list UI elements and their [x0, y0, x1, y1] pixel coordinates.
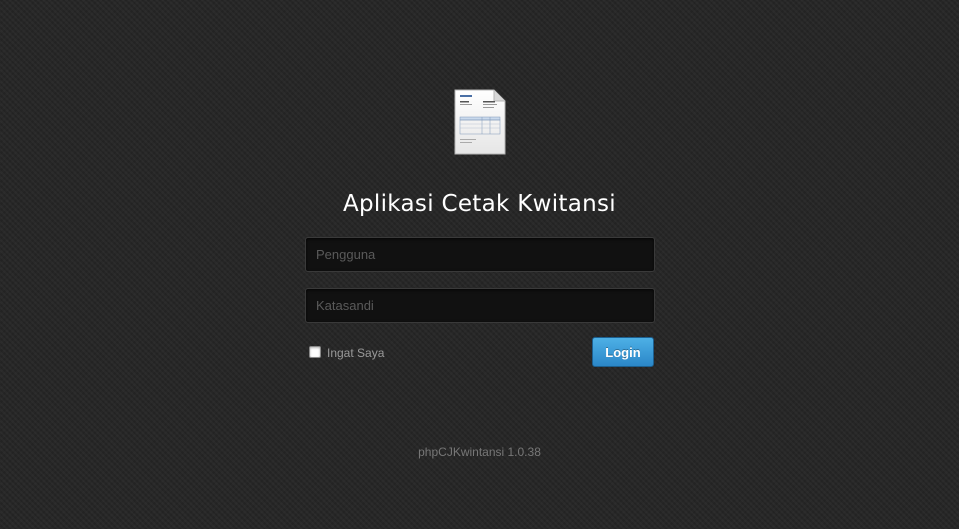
remember-label: Ingat Saya [327, 346, 385, 360]
remember-checkbox[interactable] [309, 345, 321, 358]
password-input[interactable] [305, 288, 655, 323]
remember-me[interactable]: Ingat Saya [309, 343, 384, 360]
app-title: Aplikasi Cetak Kwitansi [342, 191, 616, 217]
footer-version: phpCJKwintansi 1.0.38 [418, 445, 541, 459]
invoice-document-icon [454, 89, 506, 155]
login-button[interactable]: Login [592, 337, 654, 367]
login-form: Ingat Saya Login [305, 237, 655, 377]
username-input[interactable] [305, 237, 655, 272]
form-actions: Ingat Saya Login [305, 337, 655, 377]
